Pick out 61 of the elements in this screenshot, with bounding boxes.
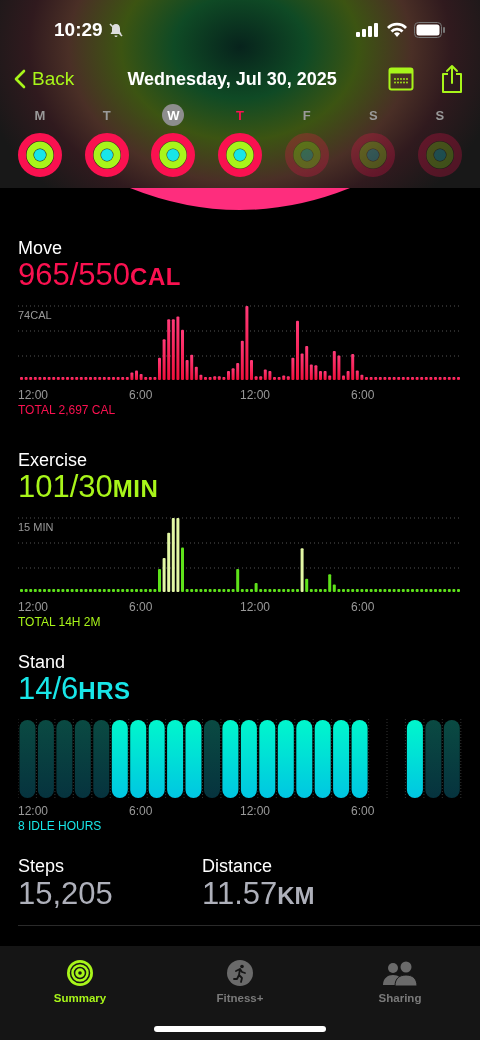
tab-button[interactable]: Summary xyxy=(0,952,160,1004)
activity-rings-icon xyxy=(283,132,330,178)
metric-value: 101/30 xyxy=(18,471,113,503)
activity-rings-icon xyxy=(350,132,397,178)
stat-value: 11.57 xyxy=(202,877,278,911)
metric-total: 8 IDLE HOURS xyxy=(18,819,103,833)
tab-button[interactable]: Sharing xyxy=(320,952,480,1004)
unit-label: MIN xyxy=(112,474,159,504)
chevron-left-icon xyxy=(14,69,26,89)
tab-button[interactable]: Fitness+ xyxy=(160,952,320,1004)
axis-label: 12:00 xyxy=(18,600,49,614)
axis-label: 6:00 xyxy=(351,388,375,402)
chart-scale-label: 74CAL xyxy=(18,309,52,321)
axis-label: 6:00 xyxy=(351,600,375,614)
people-icon xyxy=(382,961,418,987)
axis-label: 12:00 xyxy=(18,804,49,818)
runner-icon xyxy=(226,959,254,987)
unit-label: KM xyxy=(277,881,315,911)
axis-label: 12:00 xyxy=(240,600,271,614)
activity-rings-icon xyxy=(216,132,263,178)
back-button[interactable]: Back xyxy=(14,68,75,90)
unit-label: CAL xyxy=(130,262,181,292)
share-icon[interactable] xyxy=(440,64,464,94)
metric-label: Stand xyxy=(18,651,67,673)
axis-label: 6:00 xyxy=(129,804,153,818)
weekday-label[interactable]: S xyxy=(362,104,385,126)
rings-icon xyxy=(66,959,94,987)
weekday-label[interactable]: W xyxy=(162,104,185,126)
weekday-label[interactable]: T xyxy=(95,104,118,126)
metric-value: 965/550 xyxy=(18,259,131,291)
metric-total: TOTAL 14H 2M xyxy=(18,615,102,629)
axis-label: 12:00 xyxy=(18,388,49,402)
date-title: Wednesday, Jul 30, 2025 xyxy=(126,68,338,90)
metric-total: TOTAL 2,697 CAL xyxy=(18,403,117,417)
weekday-label[interactable]: F xyxy=(295,104,318,126)
weekday-label[interactable]: S xyxy=(428,104,451,126)
chart-scale-label: 15 MIN xyxy=(18,521,54,533)
calendar-icon[interactable] xyxy=(388,67,414,91)
axis-label: 12:00 xyxy=(240,388,271,402)
activity-rings-icon xyxy=(416,132,463,178)
stat-value: 15,205 xyxy=(18,877,113,911)
axis-label: 6:00 xyxy=(351,804,375,818)
activity-rings-icon xyxy=(17,132,63,178)
status-time: 10:29 xyxy=(54,19,103,41)
battery-icon xyxy=(414,22,446,38)
weekday-label[interactable]: T xyxy=(228,104,251,126)
unit-label: HRS xyxy=(78,676,131,706)
axis-label: 6:00 xyxy=(129,388,153,402)
muted-bell-icon xyxy=(107,22,124,38)
stat-label: Steps xyxy=(18,855,66,877)
activity-rings-icon xyxy=(83,132,130,178)
metric-label: Move xyxy=(18,237,63,259)
metric-value: 14/6 xyxy=(18,673,79,705)
wifi-icon xyxy=(386,22,408,38)
stat-label: Distance xyxy=(202,855,274,877)
metric-label: Exercise xyxy=(18,449,89,471)
axis-label: 12:00 xyxy=(240,804,271,818)
weekday-label[interactable]: M xyxy=(29,104,51,126)
signal-icon xyxy=(356,23,380,37)
activity-rings-icon xyxy=(150,132,197,178)
axis-label: 6:00 xyxy=(129,600,153,614)
